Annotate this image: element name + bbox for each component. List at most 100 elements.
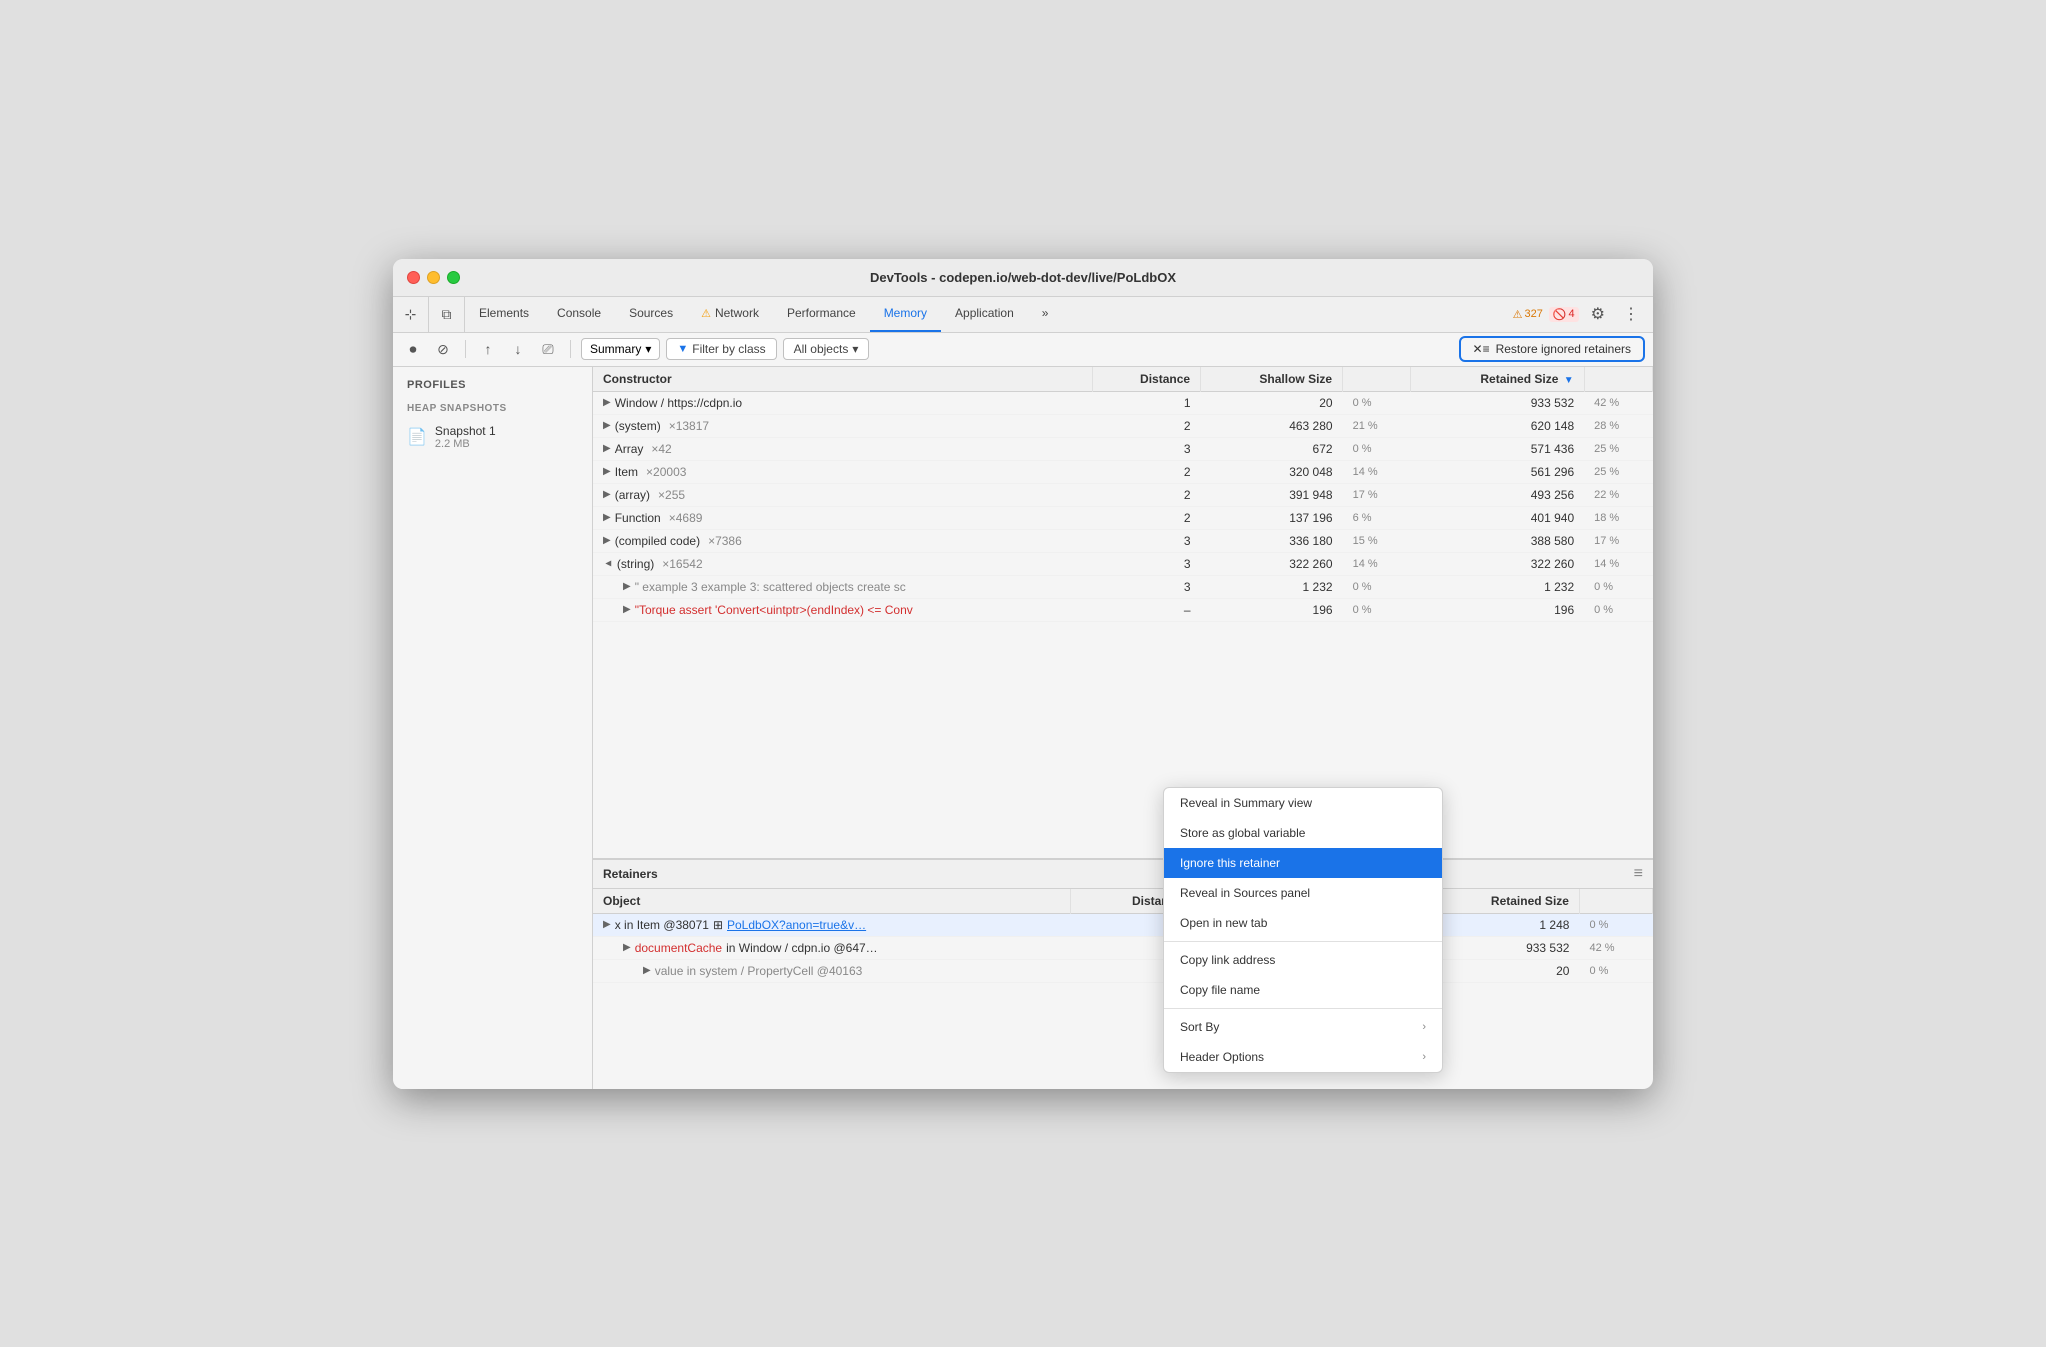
sidebar-profiles-title: Profiles — [393, 379, 592, 399]
ctx-sort-by[interactable]: Sort By › — [1164, 1012, 1442, 1042]
snapshot-size: 2.2 MB — [435, 438, 496, 450]
expand-icon[interactable]: ▶ — [603, 919, 611, 930]
restore-ignored-retainers-button[interactable]: ✕≡ Restore ignored retainers — [1459, 336, 1645, 362]
main-content: Profiles HEAP SNAPSHOTS 📄 Snapshot 1 2.2… — [393, 367, 1653, 1089]
constructor-table: Constructor Distance Shallow Size Retain… — [593, 367, 1653, 622]
table-row[interactable]: ▶"Torque assert 'Convert<uintptr>(endInd… — [593, 598, 1653, 621]
tab-console[interactable]: Console — [543, 297, 615, 332]
filter-icon: ▼ — [677, 343, 688, 355]
traffic-lights — [407, 271, 460, 284]
ctx-ignore-retainer[interactable]: Ignore this retainer — [1164, 848, 1442, 878]
all-objects-dropdown[interactable]: All objects ▾ — [783, 338, 870, 360]
toolbar-separator-2 — [570, 340, 571, 358]
warn-icon: ⚠ — [1513, 308, 1523, 321]
context-menu: Reveal in Summary view Store as global v… — [1163, 787, 1443, 1073]
all-objects-label: All objects — [794, 342, 849, 356]
download-icon[interactable]: ↓ — [506, 337, 530, 361]
record-icon[interactable]: ⏺ — [401, 337, 425, 361]
inspect-icon[interactable]: ⊹ — [393, 297, 429, 332]
filter-label: Filter by class — [692, 342, 765, 356]
expand-icon[interactable]: ▶ — [603, 397, 611, 408]
expand-icon[interactable]: ▶ — [603, 512, 611, 523]
maximize-button[interactable] — [447, 271, 460, 284]
expand-icon[interactable]: ▶ — [603, 489, 611, 500]
table-row[interactable]: ▼(string)×16542 3 322 260 14 % 322 260 1… — [593, 552, 1653, 575]
error-icon: 🚫 — [1553, 308, 1567, 321]
ctx-copy-filename[interactable]: Copy file name — [1164, 975, 1442, 1005]
expand-icon[interactable]: ▶ — [603, 535, 611, 546]
all-objects-arrow-icon: ▾ — [852, 342, 858, 356]
table-row[interactable]: ▶" example 3 example 3: scattered object… — [593, 575, 1653, 598]
tab-performance[interactable]: Performance — [773, 297, 870, 332]
close-button[interactable] — [407, 271, 420, 284]
retainer-row[interactable]: ▶documentCache in Window / cdpn.io @647…… — [593, 936, 1653, 959]
retainers-header: Retainers ≡ — [593, 859, 1653, 889]
tab-more[interactable]: » — [1028, 297, 1063, 332]
table-row[interactable]: ▶Array×42 3 672 0 % 571 436 25 % — [593, 437, 1653, 460]
table-row[interactable]: ▶(compiled code)×7386 3 336 180 15 % 388… — [593, 529, 1653, 552]
ctx-header-options[interactable]: Header Options › — [1164, 1042, 1442, 1072]
restore-label: Restore ignored retainers — [1496, 342, 1631, 356]
table-row[interactable]: ▶(system)×13817 2 463 280 21 % 620 148 2… — [593, 414, 1653, 437]
clear-icon[interactable]: ⎚ — [536, 337, 560, 361]
expand-icon[interactable]: ▼ — [602, 559, 613, 569]
retainers-table-container[interactable]: Object Distance▲ Shallow Size Retained S… — [593, 889, 1653, 1089]
filter-button[interactable]: ▼ Filter by class — [666, 338, 776, 360]
toolbar-separator-1 — [465, 340, 466, 358]
ctx-reveal-sources[interactable]: Reveal in Sources panel — [1164, 878, 1442, 908]
expand-icon[interactable]: ▶ — [603, 443, 611, 454]
expand-icon[interactable]: ▶ — [623, 581, 631, 592]
context-menu-separator-1 — [1164, 941, 1442, 942]
warning-badge: ⚠ 327 — [1513, 308, 1543, 321]
retainers-scroll-icon: ≡ — [1634, 865, 1643, 883]
ctx-store-global[interactable]: Store as global variable — [1164, 818, 1442, 848]
sort-by-arrow-icon: › — [1422, 1021, 1426, 1033]
stop-icon[interactable]: ⊘ — [431, 337, 455, 361]
device-icon[interactable]: ⧉ — [429, 297, 465, 332]
retainer-row[interactable]: ▶value in system / PropertyCell @40163 2… — [593, 959, 1653, 982]
summary-dropdown[interactable]: Summary ▾ — [581, 338, 660, 360]
tab-elements[interactable]: Elements — [465, 297, 543, 332]
ret-col-retained: Retained Size — [1419, 889, 1579, 914]
expand-icon[interactable]: ▶ — [603, 466, 611, 477]
expand-icon[interactable]: ▶ — [623, 604, 631, 615]
data-panel: Constructor Distance Shallow Size Retain… — [593, 367, 1653, 1089]
col-shallow-pct — [1343, 367, 1411, 392]
expand-icon[interactable]: ▶ — [623, 942, 631, 953]
ctx-copy-link[interactable]: Copy link address — [1164, 945, 1442, 975]
col-shallow-size: Shallow Size — [1201, 367, 1343, 392]
settings-icon[interactable]: ⚙ — [1585, 300, 1611, 328]
col-retained-size: Retained Size ▼ — [1411, 367, 1584, 392]
expand-icon[interactable]: ▶ — [603, 420, 611, 431]
tab-right-area: ⚠ 327 🚫 4 ⚙ ⋮ — [1513, 297, 1653, 332]
dropdown-arrow-icon: ▾ — [645, 342, 651, 356]
devtools-tabs: ⊹ ⧉ Elements Console Sources ⚠ Network P… — [393, 297, 1653, 333]
col-constructor: Constructor — [593, 367, 1093, 392]
tab-memory[interactable]: Memory — [870, 297, 941, 332]
title-bar: DevTools - codepen.io/web-dot-dev/live/P… — [393, 259, 1653, 297]
table-row[interactable]: ▶Window / https://cdpn.io 1 20 0 % 933 5… — [593, 391, 1653, 414]
table-row[interactable]: ▶Item×20003 2 320 048 14 % 561 296 25 % — [593, 460, 1653, 483]
network-warn-icon: ⚠ — [701, 307, 711, 320]
upload-icon[interactable]: ↑ — [476, 337, 500, 361]
table-row[interactable]: ▶(array)×255 2 391 948 17 % 493 256 22 % — [593, 483, 1653, 506]
tab-sources[interactable]: Sources — [615, 297, 687, 332]
context-menu-separator-2 — [1164, 1008, 1442, 1009]
sidebar: Profiles HEAP SNAPSHOTS 📄 Snapshot 1 2.2… — [393, 367, 593, 1089]
ctx-reveal-summary[interactable]: Reveal in Summary view — [1164, 788, 1442, 818]
retainer-row[interactable]: ▶x in Item @38071 ⊞ PoLdbOX?anon=true&v…… — [593, 913, 1653, 936]
snapshot-item[interactable]: 📄 Snapshot 1 2.2 MB — [393, 418, 592, 456]
col-distance: Distance — [1093, 367, 1201, 392]
minimize-button[interactable] — [427, 271, 440, 284]
ctx-open-new-tab[interactable]: Open in new tab — [1164, 908, 1442, 938]
snapshot-info: Snapshot 1 2.2 MB — [435, 424, 496, 450]
tab-application[interactable]: Application — [941, 297, 1028, 332]
summary-label: Summary — [590, 342, 641, 356]
error-badge: 🚫 4 — [1549, 307, 1579, 322]
tab-network[interactable]: ⚠ Network — [687, 297, 773, 332]
expand-icon[interactable]: ▶ — [643, 965, 651, 976]
more-icon[interactable]: ⋮ — [1617, 300, 1645, 328]
ret-col-object: Object — [593, 889, 1070, 914]
constructor-table-container[interactable]: Constructor Distance Shallow Size Retain… — [593, 367, 1653, 859]
table-row[interactable]: ▶Function×4689 2 137 196 6 % 401 940 18 … — [593, 506, 1653, 529]
